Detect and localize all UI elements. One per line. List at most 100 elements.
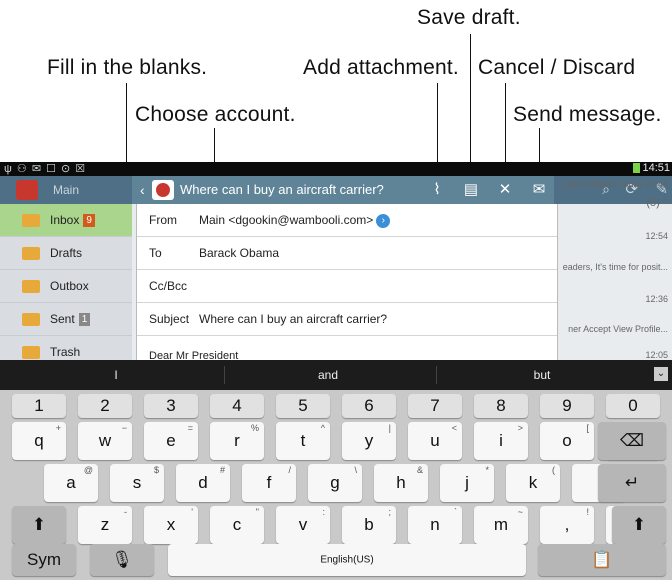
suggestion-item[interactable]: and: [228, 368, 428, 382]
battery-icon: [633, 163, 641, 174]
key-label: 6: [364, 396, 374, 415]
space-bar[interactable]: English(US): [168, 544, 526, 576]
key-e[interactable]: e =: [144, 422, 198, 460]
message-snippet: ner Accept View Profile...: [568, 324, 668, 334]
key-secondary-label: ": [255, 507, 259, 517]
key-d[interactable]: d #: [176, 464, 230, 502]
sym-key[interactable]: Sym: [12, 544, 76, 576]
word-suggestion-bar: I and but ⌄: [0, 360, 672, 390]
to-row[interactable]: To Barack Obama: [137, 237, 557, 270]
key-label: 9: [562, 396, 572, 415]
key-0[interactable]: 0: [606, 394, 660, 418]
key-x[interactable]: x ': [144, 506, 198, 544]
key-w[interactable]: w −: [78, 422, 132, 460]
key-,[interactable]: ,!: [540, 506, 594, 544]
key-1[interactable]: 1: [12, 394, 66, 418]
key-q[interactable]: q +: [12, 422, 66, 460]
key-label: c: [232, 515, 242, 534]
save-draft-icon[interactable]: ▤: [460, 180, 482, 200]
clipboard-icon[interactable]: 📋: [538, 544, 666, 576]
account-logo-icon: [16, 180, 38, 200]
key-r[interactable]: r%: [210, 422, 264, 460]
last-updated: Last updated: Today 14:43: [562, 179, 668, 189]
sidebar-item-label: Inbox: [50, 213, 80, 227]
chevron-down-icon[interactable]: ⌄: [654, 367, 668, 381]
shift-icon[interactable]: ⬆: [612, 506, 666, 544]
key-6[interactable]: 6: [342, 394, 396, 418]
key-label: m: [493, 515, 509, 534]
key-label: g: [330, 473, 340, 492]
key-s[interactable]: s $: [110, 464, 164, 502]
subject-row[interactable]: Subject Where can I buy an aircraft carr…: [137, 303, 557, 336]
key-label: k: [528, 473, 538, 492]
key-v[interactable]: v:: [276, 506, 330, 544]
key-3[interactable]: 3: [144, 394, 198, 418]
key-m[interactable]: m ~: [474, 506, 528, 544]
key-y[interactable]: y |: [342, 422, 396, 460]
key-5[interactable]: 5: [276, 394, 330, 418]
key-a[interactable]: a @: [44, 464, 98, 502]
divider: [224, 366, 225, 384]
enter-icon[interactable]: ↵: [598, 464, 666, 502]
unread-badge: 1: [78, 313, 91, 327]
from-row[interactable]: From Main <dgookin@wambooli.com> ›: [137, 204, 557, 237]
key-8[interactable]: 8: [474, 394, 528, 418]
shift-icon[interactable]: ⬆: [12, 506, 66, 544]
key-u[interactable]: u <: [408, 422, 462, 460]
sidebar-item-drafts[interactable]: Drafts: [0, 237, 132, 270]
clock: 14:51: [642, 162, 670, 174]
suggestion-item[interactable]: I: [16, 368, 216, 382]
message-time: 12:54: [645, 231, 668, 241]
chevron-right-icon[interactable]: ›: [376, 213, 391, 228]
key-k[interactable]: k(: [506, 464, 560, 502]
key-t[interactable]: t ^: [276, 422, 330, 460]
key-7[interactable]: 7: [408, 394, 462, 418]
message-time: 12:36: [645, 294, 668, 304]
key-label: e: [166, 431, 176, 450]
key-n[interactable]: n `: [408, 506, 462, 544]
attachment-icon[interactable]: ⌇: [426, 180, 448, 200]
key-j[interactable]: j *: [440, 464, 494, 502]
key-f[interactable]: f /: [242, 464, 296, 502]
key-label: r: [234, 431, 240, 450]
key-secondary-label: |: [388, 423, 391, 433]
fill-blanks-callout: Fill in the blanks.: [47, 56, 208, 79]
key-label: 1: [34, 396, 44, 415]
key-9[interactable]: 9: [540, 394, 594, 418]
key-z[interactable]: z-: [78, 506, 132, 544]
key-label: ⬆: [631, 515, 647, 534]
key-label: s: [132, 473, 142, 492]
back-chevron-icon[interactable]: ‹: [140, 182, 145, 198]
key-2[interactable]: 2: [78, 394, 132, 418]
suggestion-item[interactable]: but: [442, 368, 642, 382]
compose-toolbar: ‹ Where can I buy an aircraft carrier? ⌇…: [132, 176, 554, 204]
sidebar-item-label: Outbox: [50, 279, 89, 293]
backspace-icon[interactable]: ⌫: [598, 422, 666, 460]
discard-icon[interactable]: ✕: [494, 180, 516, 200]
from-account-selector[interactable]: Main <dgookin@wambooli.com> ›: [199, 213, 391, 228]
key-4[interactable]: 4: [210, 394, 264, 418]
from-label: From: [149, 213, 177, 227]
key-secondary-label: \: [354, 465, 357, 475]
key-i[interactable]: i >: [474, 422, 528, 460]
sidebar-item-outbox[interactable]: Outbox: [0, 270, 132, 303]
key-o[interactable]: o[: [540, 422, 594, 460]
sidebar-item-sent[interactable]: Sent 1: [0, 303, 132, 336]
to-field[interactable]: Barack Obama: [199, 246, 279, 260]
key-c[interactable]: c ": [210, 506, 264, 544]
key-label: w: [98, 431, 112, 450]
key-h[interactable]: h &: [374, 464, 428, 502]
save-draft-callout: Save draft.: [417, 6, 521, 29]
subject-field[interactable]: Where can I buy an aircraft carrier?: [199, 312, 387, 326]
ccbcc-row[interactable]: Cc/Bcc: [137, 270, 557, 303]
key-secondary-label: <: [451, 423, 457, 433]
key-label: 5: [298, 396, 308, 415]
folder-icon: [22, 214, 40, 227]
key-label: Sym: [27, 550, 61, 569]
account-header[interactable]: Main: [0, 176, 132, 204]
key-b[interactable]: b;: [342, 506, 396, 544]
sidebar-item-inbox[interactable]: Inbox 9: [0, 204, 132, 237]
send-icon[interactable]: ✉: [528, 180, 550, 200]
microphone-icon[interactable]: 🎙: [90, 544, 154, 576]
key-g[interactable]: g \: [308, 464, 362, 502]
